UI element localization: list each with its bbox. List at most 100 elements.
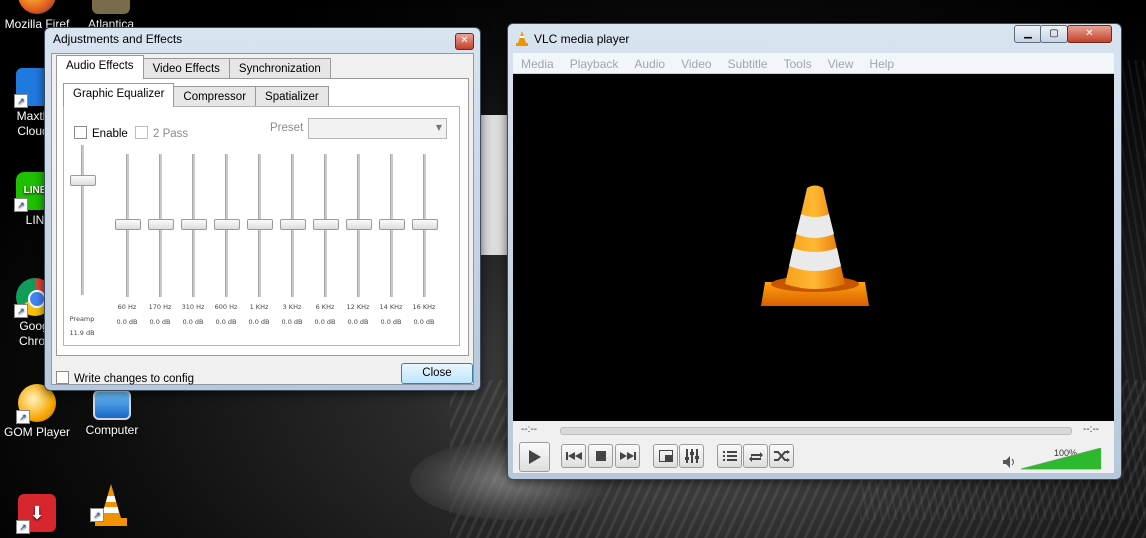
band-slider-thumb[interactable] [379,219,405,230]
menu-tools[interactable]: Tools [776,55,820,71]
equalizer-panel: Enable 2 Pass Preset ▼ Preamp 11.9 dB 60… [63,106,460,346]
vlc-title-icon [515,31,529,51]
minimize-button[interactable]: ▁ [1014,25,1042,43]
fullscreen-icon [658,450,673,462]
two-pass-label: 2 Pass [153,128,189,140]
preamp-slider-thumb[interactable] [70,175,96,186]
menu-audio[interactable]: Audio [626,55,673,71]
desktop-icon-label: Computer [85,423,139,437]
preamp-value: 11.9 dB [69,329,95,337]
sub-tab-bar: Graphic Equalizer Compressor Spatializer [63,83,329,107]
dialog-body: Audio Effects Video Effects Synchronizat… [51,53,474,385]
desktop-icon-label: GOM Player [3,425,70,439]
menu-video[interactable]: Video [673,55,719,71]
downloader-icon: ⬇ ↗ [16,494,56,534]
fullscreen-button[interactable] [653,444,678,468]
video-area[interactable] [513,74,1114,421]
shortcut-arrow-icon: ↗ [14,304,28,318]
band-frequency: 16 KHz [412,303,436,311]
next-button[interactable] [615,444,640,468]
band-slider-thumb[interactable] [148,219,174,230]
skip-forward-icon [619,452,636,460]
seek-bar[interactable] [560,427,1072,435]
preset-label: Preset [270,122,304,134]
band-slider-thumb[interactable] [115,219,141,230]
dialog-close-icon[interactable]: ✕ [455,33,474,50]
menu-subtitle[interactable]: Subtitle [720,55,776,71]
stop-button[interactable] [588,444,613,468]
desktop-icon-computer[interactable]: Computer [75,384,149,438]
band-slider-thumb[interactable] [412,219,438,230]
band-slider-thumb[interactable] [346,219,372,230]
band-slider[interactable]: 16 KHz 0.0 dB [408,154,441,334]
tab-spatializer[interactable]: Spatializer [255,86,329,107]
speaker-icon[interactable] [1003,456,1017,468]
desktop-icon-gom-player[interactable]: ↗ GOM Player [0,384,74,440]
enable-checkbox[interactable]: Enable [74,122,128,141]
play-icon [528,450,541,464]
volume-slider[interactable] [1021,448,1101,470]
playlist-button[interactable] [717,444,742,468]
band-slider-thumb[interactable] [247,219,273,230]
skip-back-icon [565,452,582,460]
atlantica-icon [92,0,130,14]
band-slider-thumb[interactable] [313,219,339,230]
remaining-time: --:-- [1083,424,1100,435]
shuffle-icon [773,450,790,462]
preamp-label: Preamp [69,315,95,323]
band-slider-thumb[interactable] [181,219,207,230]
vlc-title: VLC media player [534,32,630,46]
loop-icon [748,452,763,462]
audio-effects-panel: Graphic Equalizer Compressor Spatializer… [56,78,469,356]
two-pass-checkbox: 2 Pass [135,122,188,141]
desktop-icon-downloader[interactable]: ⬇ ↗ [0,494,74,535]
shortcut-arrow-icon: ↗ [16,410,30,424]
preset-dropdown[interactable]: ▼ [308,118,447,139]
shortcut-arrow-icon: ↗ [90,508,104,522]
band-slider-thumb[interactable] [214,219,240,230]
desktop-icon-vlc[interactable]: ↗ [74,482,148,526]
maximize-button[interactable]: ▢ [1040,25,1068,43]
shortcut-arrow-icon: ↗ [14,198,28,212]
shortcut-arrow-icon: ↗ [14,94,28,108]
tab-compressor[interactable]: Compressor [173,86,257,107]
previous-button[interactable] [561,444,586,468]
dialog-title: Adjustments and Effects [53,32,183,46]
loop-button[interactable] [743,444,768,468]
vlc-menu-bar: Media Playback Audio Video Subtitle Tools View… [513,53,1114,74]
two-pass-checkbox-box [135,126,148,139]
tab-graphic-equalizer[interactable]: Graphic Equalizer [63,83,175,107]
write-config-checkbox[interactable]: Write changes to config [56,367,194,386]
elapsed-time: --:-- [521,424,538,435]
menu-help[interactable]: Help [861,55,902,71]
vlc-window: VLC media player ▁ ▢ ✕ Media Playback Audi… [507,23,1122,480]
stop-icon [595,451,606,461]
extended-settings-button[interactable] [679,444,704,468]
vlc-close-button[interactable]: ✕ [1067,25,1112,43]
enable-checkbox-box[interactable] [74,126,87,139]
wallpaper-eye-patch [478,115,508,255]
tab-audio-effects[interactable]: Audio Effects [56,55,144,79]
playlist-icon [722,451,737,461]
slider-track [81,145,84,295]
vlc-cone-icon: ↗ [90,482,130,526]
adjustments-dialog: Adjustments and Effects ✕ Audio Effects … [44,27,481,391]
firefox-icon [18,0,56,14]
main-tab-bar: Audio Effects Video Effects Synchronizat… [56,55,331,79]
preamp-slider[interactable]: Preamp 11.9 dB [66,145,99,337]
tab-synchronization[interactable]: Synchronization [228,58,331,79]
vlc-cone-logo-icon [761,185,869,306]
equalizer-icon [684,449,699,463]
menu-media[interactable]: Media [513,55,562,71]
band-slider-thumb[interactable] [280,219,306,230]
tab-video-effects[interactable]: Video Effects [142,58,230,79]
menu-view[interactable]: View [820,55,862,71]
play-button[interactable] [519,442,550,472]
menu-playback[interactable]: Playback [562,55,627,71]
vlc-controls: --:-- --:-- 100% [513,421,1114,473]
write-config-label: Write changes to config [74,373,194,385]
close-button[interactable]: Close [401,363,473,384]
enable-label: Enable [92,128,128,140]
write-config-checkbox-box[interactable] [56,371,69,384]
shuffle-button[interactable] [769,444,794,468]
